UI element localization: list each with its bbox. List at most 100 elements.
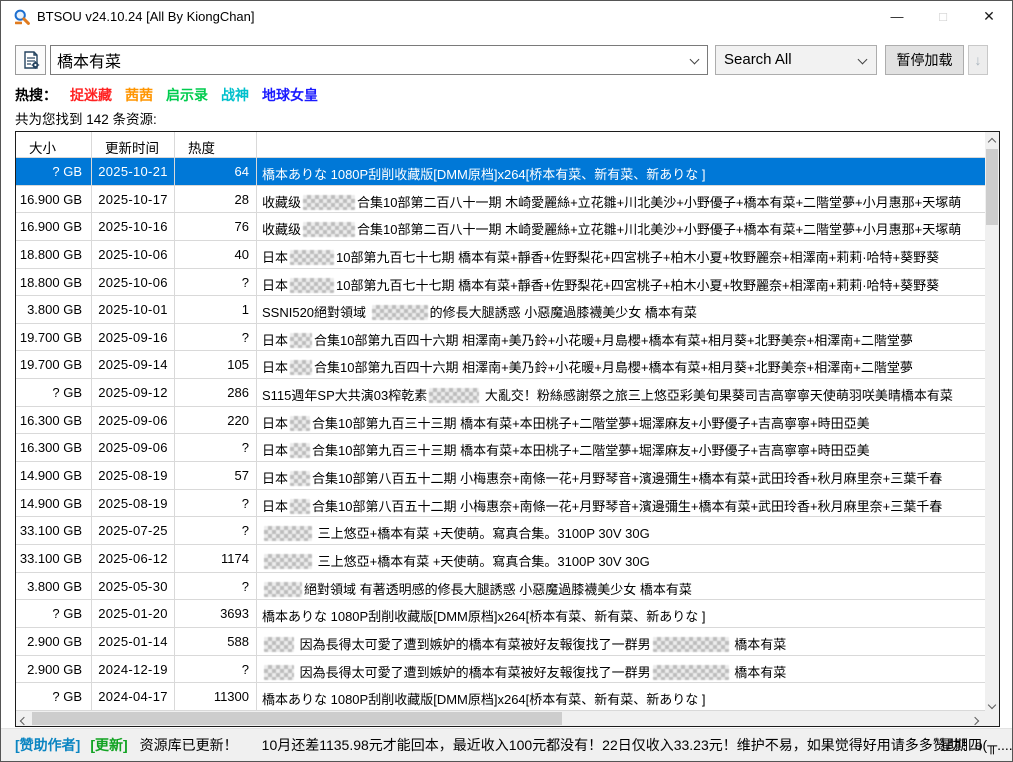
search-input[interactable] [57,48,677,72]
cell-heat: 588 [175,628,257,655]
cell-heat: 28 [175,186,257,213]
table-row[interactable]: ? GB2024-04-1711300橋本ありな 1080P刮削收藏版[DMM原… [16,683,985,711]
table-row[interactable]: 14.900 GB2025-08-1957日本合集10部第八百五十二期 小梅惠奈… [16,462,985,490]
censored-region [303,222,355,237]
repo-updated-text: 资源库已更新！ [140,735,238,755]
table-row[interactable]: 33.100 GB2025-07-25? 三上悠亞+橋本有菜 +天使萌。寫真合集… [16,517,985,545]
scroll-left-icon[interactable] [16,711,32,726]
vertical-scroll-thumb[interactable] [986,149,998,225]
cell-size: ? GB [16,683,92,710]
engine-selected-value: Search All [724,51,792,68]
scroll-up-icon[interactable] [985,132,999,148]
table-row[interactable]: 19.700 GB2025-09-14105日本合集10部第九百四十六期 相澤南… [16,351,985,379]
column-header-title[interactable] [257,132,999,157]
title-text: 的修長大腿誘惑 小惡魔過膝襪美少女 橋本有菜 [430,305,697,320]
censored-region [290,416,310,431]
table-row[interactable]: 16.300 GB2025-09-06?日本合集10部第九百三十三期 橋本有菜+… [16,434,985,462]
censored-region [290,360,312,375]
censored-region [290,250,334,265]
cell-title: 日本 合集10部第九百四十六期 相澤南+美乃鈴+小花暖+月島櫻+橋本有菜+相月葵+… [257,324,985,351]
table-row[interactable]: 18.800 GB2025-10-0640日本10部第九百七十七期 橋本有菜+靜… [16,241,985,269]
chevron-down-icon [858,55,868,65]
table-row[interactable]: 3.800 GB2025-10-011SSNI520絕對領域 的修長大腿誘惑 小… [16,296,985,324]
table-row[interactable]: 2.900 GB2024-12-19? 因為長得太可愛了遭到嫉妒的橋本有菜被好友… [16,656,985,684]
censored-region [264,665,294,680]
cell-title: 三上悠亞+橋本有菜 +天使萌。寫真合集。3100P 30V 30G [257,545,985,572]
hotsearch-item[interactable]: 捉迷藏 [70,87,112,103]
table-row[interactable]: 19.700 GB2025-09-16?日本合集10部第九百四十六期 相澤南+美… [16,324,985,352]
title-text: 合集10部第九百四十六期 相澤南+美乃鈴+小花暖+月島櫻+橋本有菜+相月葵+北野… [314,333,913,348]
table-row[interactable]: 16.900 GB2025-10-1728收藏级合集10部第二百八十一期 木崎愛… [16,186,985,214]
hotsearch-item[interactable]: 茜茜 [125,87,153,103]
app-logo-icon [13,8,31,26]
document-gear-icon [21,50,41,70]
hotsearch-item[interactable]: 战神 [221,87,249,103]
cell-date: 2025-10-06 [92,241,175,268]
scroll-right-icon[interactable] [969,711,985,726]
cell-heat: 64 [175,158,257,185]
cell-heat: ? [175,573,257,600]
search-settings-button[interactable] [15,45,46,75]
cell-heat: ? [175,490,257,517]
horizontal-scrollbar[interactable] [16,711,985,726]
cell-size: 14.900 GB [16,490,92,517]
hotsearch-item[interactable]: 启示录 [166,87,208,103]
maximize-button[interactable]: □ [920,1,966,32]
sponsor-author-link[interactable]: [赞助作者] [15,735,80,755]
cell-size: ? GB [16,600,92,627]
column-header-size[interactable]: 大小 [16,132,92,157]
result-count: 共为您找到 142 条资源: [15,108,157,128]
censored-region [290,443,310,458]
cell-size: 16.900 GB [16,213,92,240]
cell-size: 2.900 GB [16,628,92,655]
table-row[interactable]: ? GB2025-10-2164橋本ありな 1080P刮削收藏版[DMM原档]x… [16,158,985,186]
cell-size: 14.900 GB [16,462,92,489]
hot-search-label: 热搜： [15,87,57,103]
table-row[interactable]: ? GB2025-01-203693橋本ありな 1080P刮削收藏版[DMM原档… [16,600,985,628]
title-text: 日本 [262,250,288,265]
status-bar: [赞助作者] [更新] 资源库已更新！ 10月还差1135.98元才能回本，最近… [1,728,1012,761]
table-row[interactable]: 14.900 GB2025-08-19?日本合集10部第八百五十二期 小梅惠奈+… [16,490,985,518]
table-row[interactable]: 16.900 GB2025-10-1676收藏级合集10部第二百八十一期 木崎愛… [16,213,985,241]
horizontal-scroll-thumb[interactable] [32,712,562,725]
search-combobox[interactable] [50,45,708,75]
table-row[interactable]: 16.300 GB2025-09-06220日本合集10部第九百三十三期 橋本有… [16,407,985,435]
scrollbar-corner [985,711,999,726]
close-button[interactable]: ✕ [966,1,1012,32]
title-text: 日本 [262,333,288,348]
censored-region [264,554,312,569]
table-row[interactable]: 3.800 GB2025-05-30?絕對領域 有著透明感的修長大腿誘惑 小惡魔… [16,573,985,601]
download-arrow-button[interactable]: ↓ [968,45,988,75]
cell-size: 16.900 GB [16,186,92,213]
cell-size: ? GB [16,379,92,406]
cell-heat: 3693 [175,600,257,627]
scroll-down-icon[interactable] [985,695,999,711]
update-link[interactable]: [更新] [90,735,127,755]
table-row[interactable]: 2.900 GB2025-01-14588 因為長得太可愛了遭到嫉妒的橋本有菜被… [16,628,985,656]
cell-date: 2025-01-20 [92,600,175,627]
cell-title: 三上悠亞+橋本有菜 +天使萌。寫真合集。3100P 30V 30G [257,517,985,544]
chevron-down-icon[interactable] [690,55,700,65]
vertical-scrollbar[interactable] [985,132,999,711]
cell-title: 絕對領域 有著透明感的修長大腿誘惑 小惡魔過膝襪美少女 橋本有菜 [257,573,985,600]
title-text: 因為長得太可愛了遭到嫉妒的橋本有菜被好友報復找了一群男 [296,637,651,652]
censored-region [264,582,302,597]
column-header-date[interactable]: 更新时间 [92,132,175,157]
cell-title: SSNI520絕對領域 的修長大腿誘惑 小惡魔過膝襪美少女 橋本有菜 [257,296,985,323]
table-row[interactable]: ? GB2025-09-12286S115週年SP大共演03榨乾素 大亂交！粉絲… [16,379,985,407]
column-header-heat[interactable]: 热度 [175,132,257,157]
hotsearch-item[interactable]: 地球女皇 [262,87,318,103]
cell-size: 19.700 GB [16,351,92,378]
table-row[interactable]: 18.800 GB2025-10-06?日本10部第九百七十七期 橋本有菜+靜香… [16,269,985,297]
cell-date: 2025-08-19 [92,490,175,517]
censored-region [429,388,479,403]
cell-heat: 57 [175,462,257,489]
title-text: 合集10部第九百三十三期 橋本有菜+本田桃子+二階堂夢+堀澤麻友+小野優子+吉高… [312,416,870,431]
title-text: 因為長得太可愛了遭到嫉妒的橋本有菜被好友報復找了一群男 [296,665,651,680]
cell-title: 日本合集10部第九百四十六期 相澤南+美乃鈴+小花暖+月島櫻+橋本有菜+相月葵+… [257,351,985,378]
minimize-button[interactable]: — [874,1,920,32]
table-row[interactable]: 33.100 GB2025-06-121174 三上悠亞+橋本有菜 +天使萌。寫… [16,545,985,573]
engine-select[interactable]: Search All [715,45,877,75]
cell-date: 2025-07-25 [92,517,175,544]
pause-loading-button[interactable]: 暂停加载 [885,45,964,75]
